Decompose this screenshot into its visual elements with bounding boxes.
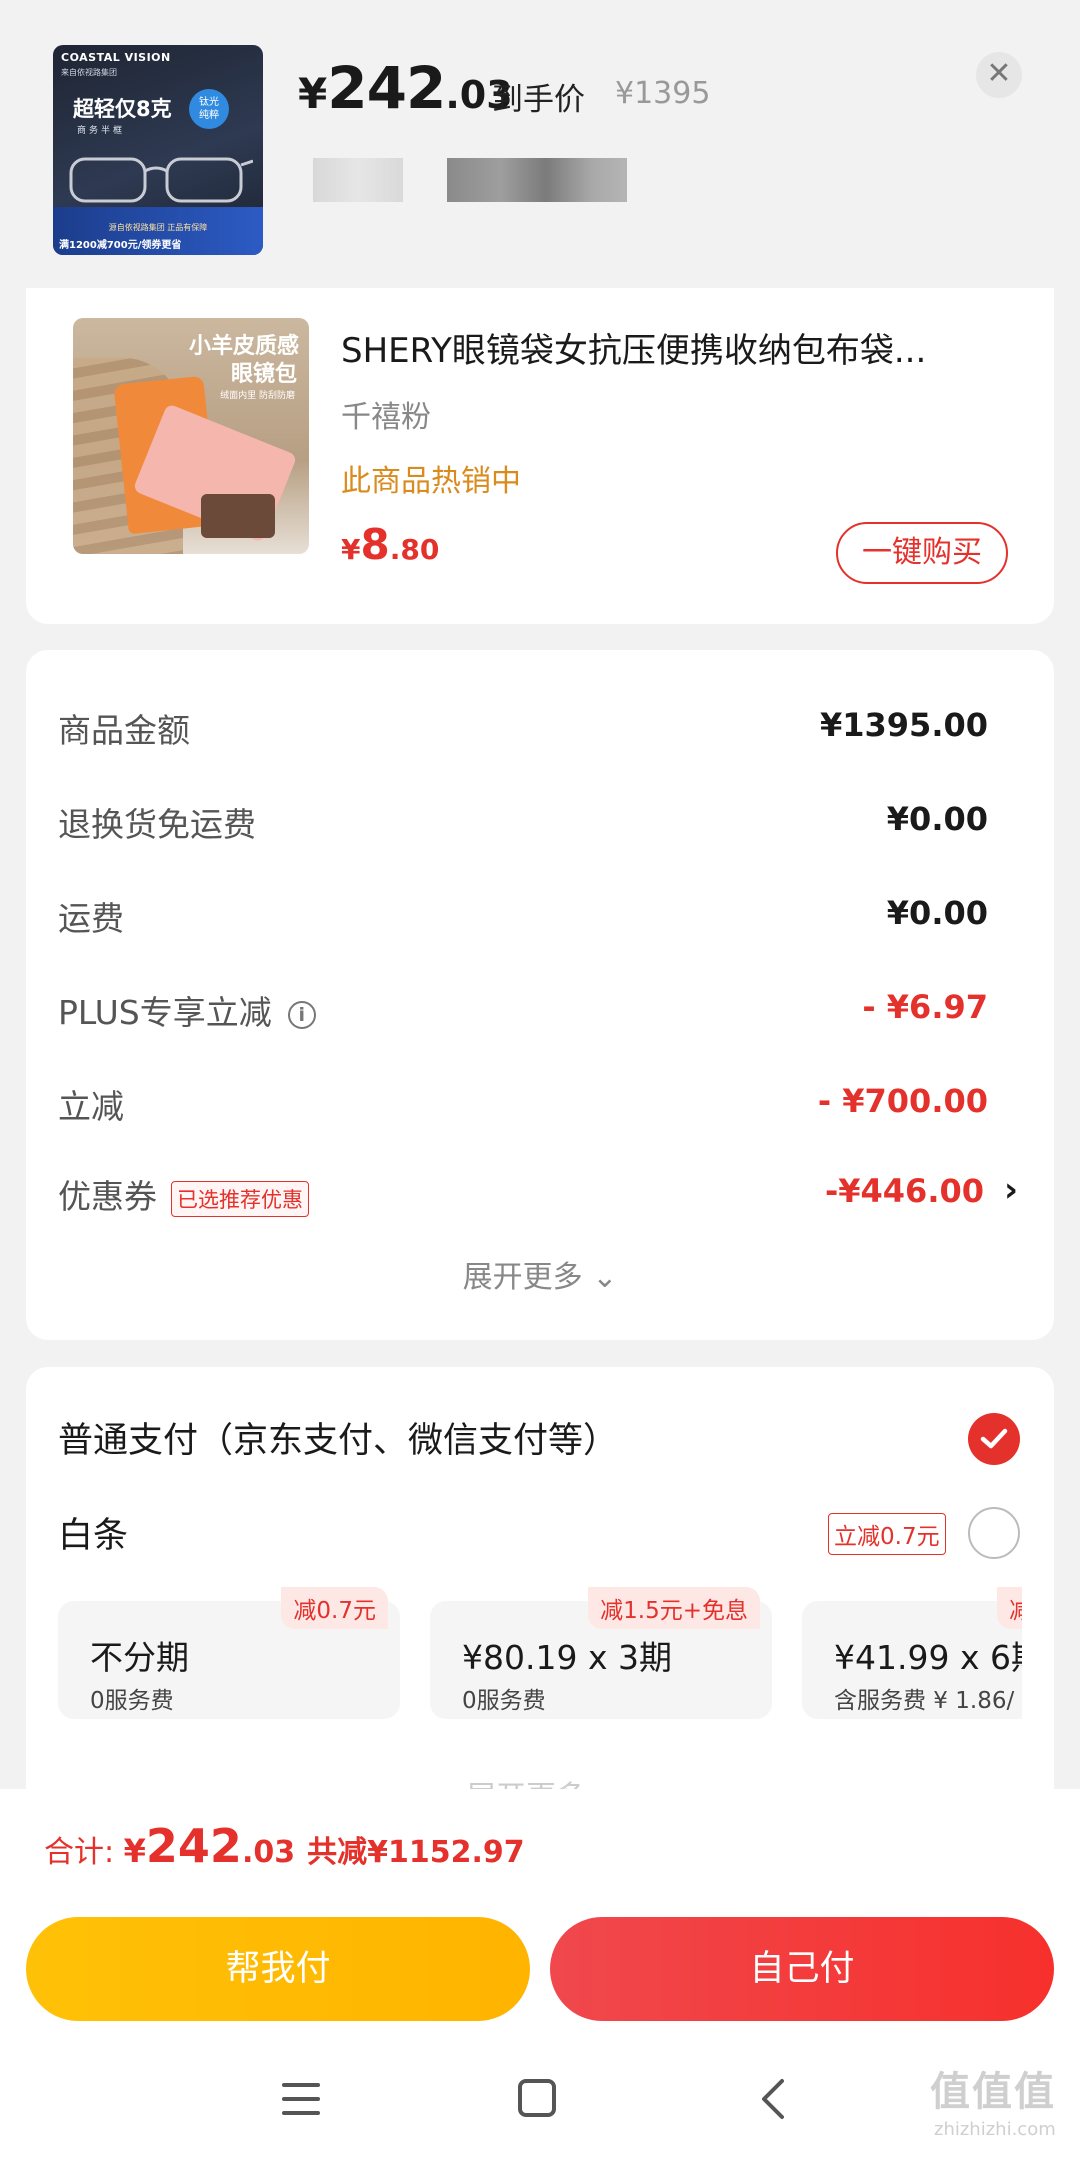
total-saved: 共减¥1152.97	[307, 1835, 525, 1870]
row-label: 商品金额	[58, 711, 190, 750]
chevron-right-icon[interactable]: ›	[1004, 1170, 1018, 1210]
coupon-label: 优惠券	[58, 1177, 157, 1216]
help-me-pay-button[interactable]: 帮我付	[26, 1917, 530, 2021]
installment-option[interactable]: 减1.5元+免息 ¥80.19 x 3期 0服务费	[430, 1587, 772, 1719]
plan-tag: 减1.5元+免息	[588, 1587, 760, 1629]
thumb-brand-sub: 来自依视路集团	[61, 68, 117, 77]
check-selected-icon[interactable]	[968, 1413, 1020, 1465]
row-plus-discount: PLUS专享立减 i - ¥6.97	[58, 978, 1018, 1038]
info-icon[interactable]: i	[287, 1000, 316, 1029]
addon-product-image[interactable]: 小羊皮质感 眼镜包 绒面内里 防刮防磨	[73, 318, 309, 554]
close-button[interactable]: ✕	[976, 52, 1022, 98]
installment-option[interactable]: 减1.5元+服 ¥41.99 x 6期 含服务费 ¥ 1.86/	[802, 1587, 1022, 1719]
back-icon[interactable]	[758, 2077, 788, 2121]
row-value: - ¥6.97	[862, 988, 988, 1026]
row-value: ¥0.00	[886, 800, 988, 838]
main-product-thumbnail[interactable]: COASTAL VISION 来自依视路集团 超轻仅8克 商务半框 钛光 纯粹 …	[53, 45, 263, 255]
row-label: PLUS专享立减 i	[58, 986, 316, 1034]
plan-sub: 0服务费	[462, 1688, 546, 1714]
payment-method-card: 普通支付（京东支付、微信支付等） 白条 立减0.7元 减0.7元 不分期 0服务…	[26, 1367, 1054, 1815]
checkout-bar: 合计: ¥242.03 共减¥1152.97 帮我付 自己付 值值值 zhizhi…	[0, 1789, 1080, 2157]
row-goods-amount: 商品金额 ¥1395.00	[58, 696, 1018, 756]
system-nav-bar	[0, 2043, 1080, 2157]
expand-more-link[interactable]: 展开更多 ⌄	[26, 1252, 1054, 1296]
row-label: 运费	[58, 899, 124, 938]
glasses-image-icon	[69, 157, 253, 203]
total-int: 242	[145, 1819, 242, 1873]
thumb-slogan: 超轻仅8克	[73, 97, 172, 121]
watermark-logo: 值值值	[930, 2069, 1056, 2115]
plan-tag: 减0.7元	[281, 1587, 388, 1629]
price-summary-card: 商品金额 ¥1395.00 退换货免运费 ¥0.00 运费 ¥0.00 PLUS…	[26, 650, 1054, 1340]
total-yen: ¥	[123, 1832, 146, 1870]
installment-option[interactable]: 减0.7元 不分期 0服务费	[58, 1587, 400, 1719]
watermark-url: zhizhizhi.com	[934, 2119, 1056, 2140]
row-value: ¥1395.00	[819, 706, 988, 744]
image-text-2: 眼镜包	[230, 362, 297, 387]
recommended-coupon-badge: 已选推荐优惠	[171, 1180, 309, 1217]
plan-main: ¥41.99 x 6期	[834, 1638, 1022, 1677]
total-dec: .03	[241, 1835, 296, 1870]
normal-payment-title[interactable]: 普通支付（京东支付、微信支付等）	[58, 1412, 618, 1463]
order-header: COASTAL VISION 来自依视路集团 超轻仅8克 商务半框 钛光 纯粹 …	[0, 0, 1080, 290]
total-amount: 合计: ¥242.03 共减¥1152.97	[44, 1819, 525, 1873]
row-instant-discount: 立减 - ¥700.00	[58, 1072, 1018, 1132]
plan-main: ¥80.19 x 3期	[462, 1638, 672, 1677]
row-value: ¥0.00	[886, 894, 988, 932]
row-shipping: 运费 ¥0.00	[58, 884, 1018, 944]
row-value: - ¥700.00	[817, 1082, 988, 1120]
row-coupon[interactable]: 优惠券 已选推荐优惠 -¥446.00 ›	[58, 1162, 1018, 1222]
blurred-spec-2[interactable]	[447, 158, 627, 202]
baitiao-discount-badge: 立减0.7元	[828, 1513, 946, 1555]
home-icon[interactable]	[518, 2079, 556, 2117]
thumb-strip-top: 源自依视路集团 正品有保障	[108, 223, 208, 232]
radio-unselected-icon[interactable]	[968, 1507, 1020, 1559]
plan-tag: 减1.5元+服	[997, 1587, 1022, 1629]
final-price-int: 242	[327, 54, 446, 122]
thumb-brand: COASTAL VISION	[61, 51, 171, 64]
plus-discount-label: PLUS专享立减	[58, 993, 272, 1032]
row-label: 退换货免运费	[58, 805, 256, 844]
baitiao-title[interactable]: 白条	[58, 1507, 128, 1558]
addon-price-yen: ¥	[341, 533, 361, 566]
addon-product-title[interactable]: SHERY眼镜袋女抗压便携收纳包布袋...	[341, 323, 1011, 372]
final-price-label: 到手价	[492, 82, 585, 118]
row-return-shipping: 退换货免运费 ¥0.00	[58, 790, 1018, 850]
camera-prop-image	[201, 494, 275, 538]
addon-product-price: ¥8.80	[341, 520, 439, 569]
original-price: ¥1395	[615, 76, 711, 111]
total-label: 合计:	[44, 1835, 124, 1870]
plan-main: 不分期	[90, 1638, 189, 1677]
row-value: -¥446.00	[824, 1172, 984, 1210]
thumb-slogan-sub: 商务半框	[77, 126, 126, 136]
final-price: ¥242.03	[298, 54, 513, 122]
image-text-3: 绒面内里 防刮防磨	[220, 391, 295, 401]
thumb-strip-bottom: 满1200减700元/领券更省	[59, 240, 182, 251]
addon-product-card: 小羊皮质感 眼镜包 绒面内里 防刮防磨 SHERY眼镜袋女抗压便携收纳包布袋..…	[26, 288, 1054, 624]
plan-sub: 0服务费	[90, 1688, 174, 1714]
addon-product-color: 千禧粉	[341, 400, 431, 435]
plan-sub: 含服务费 ¥ 1.86/	[834, 1688, 1015, 1714]
pay-myself-button[interactable]: 自己付	[550, 1917, 1054, 2021]
addon-price-int: 8	[360, 520, 390, 569]
addon-price-dec: .80	[389, 533, 440, 566]
recent-apps-icon[interactable]	[282, 2083, 320, 2115]
thumb-bubble: 钛光 纯粹	[189, 89, 229, 129]
row-label: 立减	[58, 1087, 124, 1126]
one-click-buy-button[interactable]: 一键购买	[836, 522, 1008, 584]
hot-sale-label: 此商品热销中	[341, 464, 521, 499]
final-price-yen: ¥	[298, 69, 328, 118]
installment-plans: 减0.7元 不分期 0服务费 减1.5元+免息 ¥80.19 x 3期 0服务费…	[58, 1585, 1022, 1725]
blurred-spec-1[interactable]	[313, 158, 403, 202]
row-label: 优惠券 已选推荐优惠	[58, 1170, 309, 1218]
